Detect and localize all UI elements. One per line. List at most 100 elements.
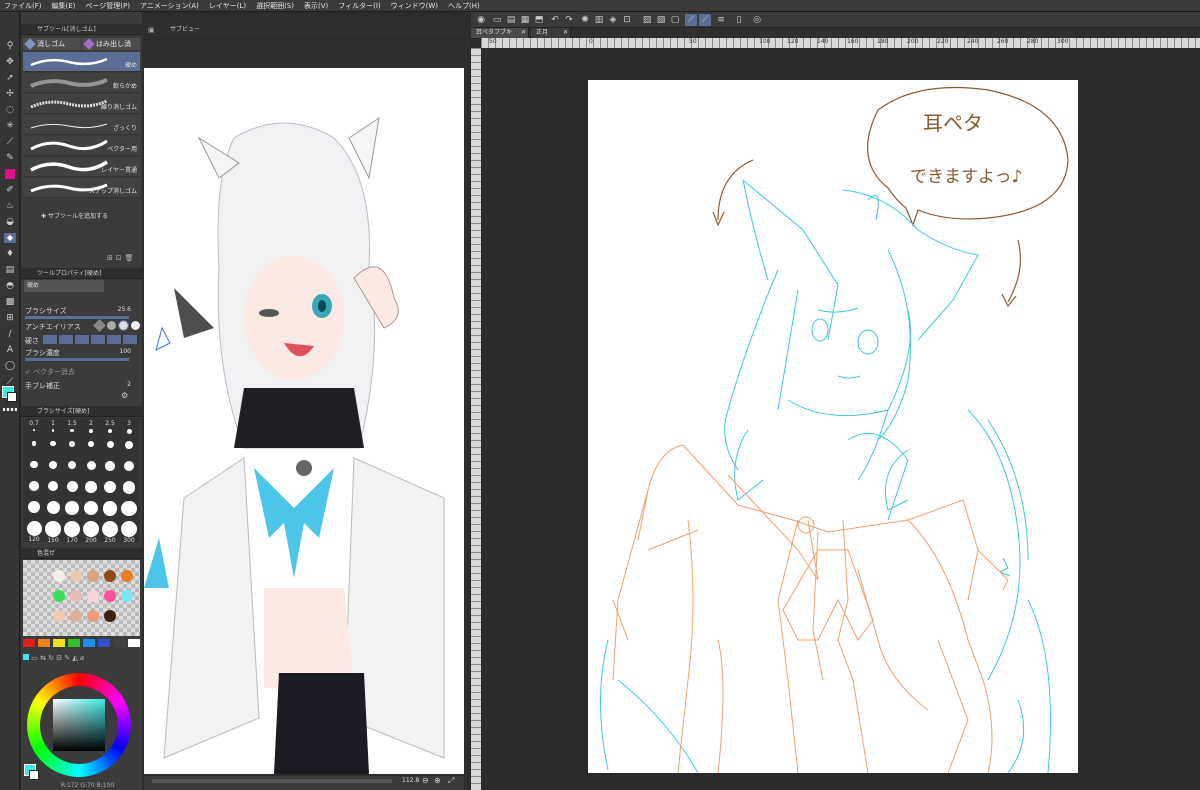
move-icon[interactable]: ✥	[3, 56, 17, 68]
palette-color[interactable]	[128, 639, 140, 647]
color-swatch[interactable]	[121, 570, 133, 582]
brush-size-preset[interactable]: 300	[120, 520, 138, 544]
brush-size-preset[interactable]	[101, 500, 119, 519]
brush-size-preset[interactable]	[82, 440, 100, 459]
clear-icon[interactable]: ✺	[579, 14, 591, 26]
brush-size-preset[interactable]: 1.5	[63, 420, 81, 439]
save-icon[interactable]: ▦	[519, 14, 531, 26]
zoom-in-icon[interactable]: ⊕	[434, 776, 441, 785]
eyedropper-icon[interactable]: ⟋	[3, 136, 17, 148]
brush-size-preset[interactable]: 2.5	[101, 420, 119, 439]
antialias-options[interactable]	[93, 319, 141, 332]
pen-icon[interactable]: ✎	[3, 152, 17, 164]
redo-icon[interactable]: ↷	[563, 14, 575, 26]
brush-size-preset[interactable]	[63, 480, 81, 499]
color-swatch[interactable]	[104, 610, 116, 622]
brush-size-preset[interactable]: 200	[82, 520, 100, 544]
eraser-icon[interactable]: ◆	[3, 232, 17, 244]
color-swatch[interactable]	[53, 610, 65, 622]
brush-hard[interactable]: 硬め	[23, 52, 140, 72]
add-subtool-button[interactable]: ✚ サブツールを追加する	[41, 211, 108, 220]
operation-icon[interactable]: ➚	[3, 72, 17, 84]
density-value[interactable]: 100	[120, 348, 131, 355]
brush-size-preset[interactable]	[44, 460, 62, 479]
aa-strong-icon[interactable]	[131, 321, 140, 330]
brush-size-preset[interactable]: 150	[44, 520, 62, 544]
brush-size-preset[interactable]	[25, 440, 43, 459]
color-square[interactable]	[53, 699, 105, 751]
blend-icon[interactable]: ◒	[3, 216, 17, 228]
reference-image[interactable]	[144, 68, 464, 774]
brush-size-preset[interactable]	[63, 500, 81, 519]
lasso-icon[interactable]: ◌	[3, 104, 17, 116]
palette-color[interactable]	[53, 639, 65, 647]
auto-select-icon[interactable]: ✳	[3, 120, 17, 132]
brush-kneaded[interactable]: 練り消しゴム	[23, 94, 140, 114]
open-icon[interactable]: ▤	[505, 14, 517, 26]
brush-icon[interactable]: ✐	[3, 184, 17, 196]
tab-document-2[interactable]: 正月 ✕	[531, 28, 571, 38]
palette-color[interactable]	[83, 639, 95, 647]
brush-size-preset[interactable]: 2	[82, 420, 100, 439]
menu-file[interactable]: ファイル(F)	[4, 1, 42, 11]
tab-overflow-erase[interactable]: はみ出し消	[82, 38, 140, 50]
figure-icon[interactable]: ▩	[3, 296, 17, 308]
color-swatch[interactable]	[87, 590, 99, 602]
hardness-slider[interactable]	[43, 335, 139, 344]
deselect-icon[interactable]: ▨	[641, 14, 653, 26]
color-swatch[interactable]	[53, 590, 65, 602]
brush-size-preset[interactable]	[101, 460, 119, 479]
palette-color[interactable]	[98, 639, 110, 647]
wheel-sub-color-icon[interactable]	[29, 770, 39, 780]
close-icon[interactable]: ✕	[563, 28, 568, 38]
brush-size-preset[interactable]	[82, 480, 100, 499]
menu-filter[interactable]: フィルター(I)	[338, 1, 380, 11]
tab-eraser[interactable]: 消しゴム	[23, 38, 81, 50]
sub-color-icon[interactable]	[7, 392, 17, 402]
balloon-icon[interactable]: ◯	[3, 360, 17, 372]
brush-size-preset[interactable]: 3	[120, 420, 138, 439]
brush-soft[interactable]: 軟らかめ	[23, 73, 140, 93]
stabilizer-row[interactable]: 手ブレ補正 2	[25, 381, 139, 391]
menu-help[interactable]: ヘルプ(H)	[448, 1, 480, 11]
pencil-icon[interactable]	[3, 168, 17, 180]
zoom-slider[interactable]	[152, 779, 392, 783]
brush-size-row[interactable]: ブラシサイズ 25.6	[25, 306, 139, 316]
grid-icon[interactable]: ≡	[715, 14, 727, 26]
brush-size-preset[interactable]	[63, 460, 81, 479]
vector-erase-row[interactable]: ✓ ベクター消去	[25, 367, 139, 377]
brush-size-slider[interactable]	[25, 316, 129, 319]
move-layer-icon[interactable]: ✢	[3, 88, 17, 100]
frame-icon[interactable]: ⊞	[3, 312, 17, 324]
zoom-icon[interactable]: ⚲	[3, 40, 17, 52]
menu-view[interactable]: 表示(V)	[304, 1, 328, 11]
brush-size-preset[interactable]	[44, 480, 62, 499]
brush-size-preset[interactable]	[63, 440, 81, 459]
brush-size-preset[interactable]: 120	[25, 520, 43, 543]
transform-icon[interactable]: ⊡	[621, 14, 633, 26]
color-swatch[interactable]	[104, 570, 116, 582]
brush-size-preset[interactable]	[25, 460, 43, 479]
brush-size-preset[interactable]: 0.7	[25, 420, 43, 439]
snap-special-icon[interactable]: ⟋	[699, 14, 711, 26]
brush-size-preset[interactable]	[120, 460, 138, 479]
menu-window[interactable]: ウィンドウ(W)	[391, 1, 438, 11]
color-swatch[interactable]	[70, 610, 82, 622]
brush-size-preset[interactable]	[25, 500, 43, 519]
brush-size-preset[interactable]	[25, 480, 43, 499]
menu-selection[interactable]: 選択範囲(S)	[256, 1, 294, 11]
color-swatch[interactable]	[87, 570, 99, 582]
color-swatch[interactable]	[70, 570, 82, 582]
menu-page[interactable]: ページ管理(P)	[85, 1, 130, 11]
brush-vector[interactable]: ベクター用	[23, 136, 140, 156]
brush-size-value[interactable]: 25.6	[118, 306, 131, 313]
palette-color[interactable]	[113, 639, 125, 647]
tone-icon[interactable]: ◈	[607, 14, 619, 26]
color-swatch[interactable]	[121, 590, 133, 602]
density-row[interactable]: ブラシ濃度 100	[25, 348, 139, 358]
brush-size-preset[interactable]	[44, 440, 62, 459]
close-icon[interactable]: ✕	[521, 28, 526, 38]
color-mix-area[interactable]	[23, 560, 140, 636]
brush-size-preset[interactable]	[44, 500, 62, 519]
aa-medium-icon[interactable]	[118, 320, 129, 331]
